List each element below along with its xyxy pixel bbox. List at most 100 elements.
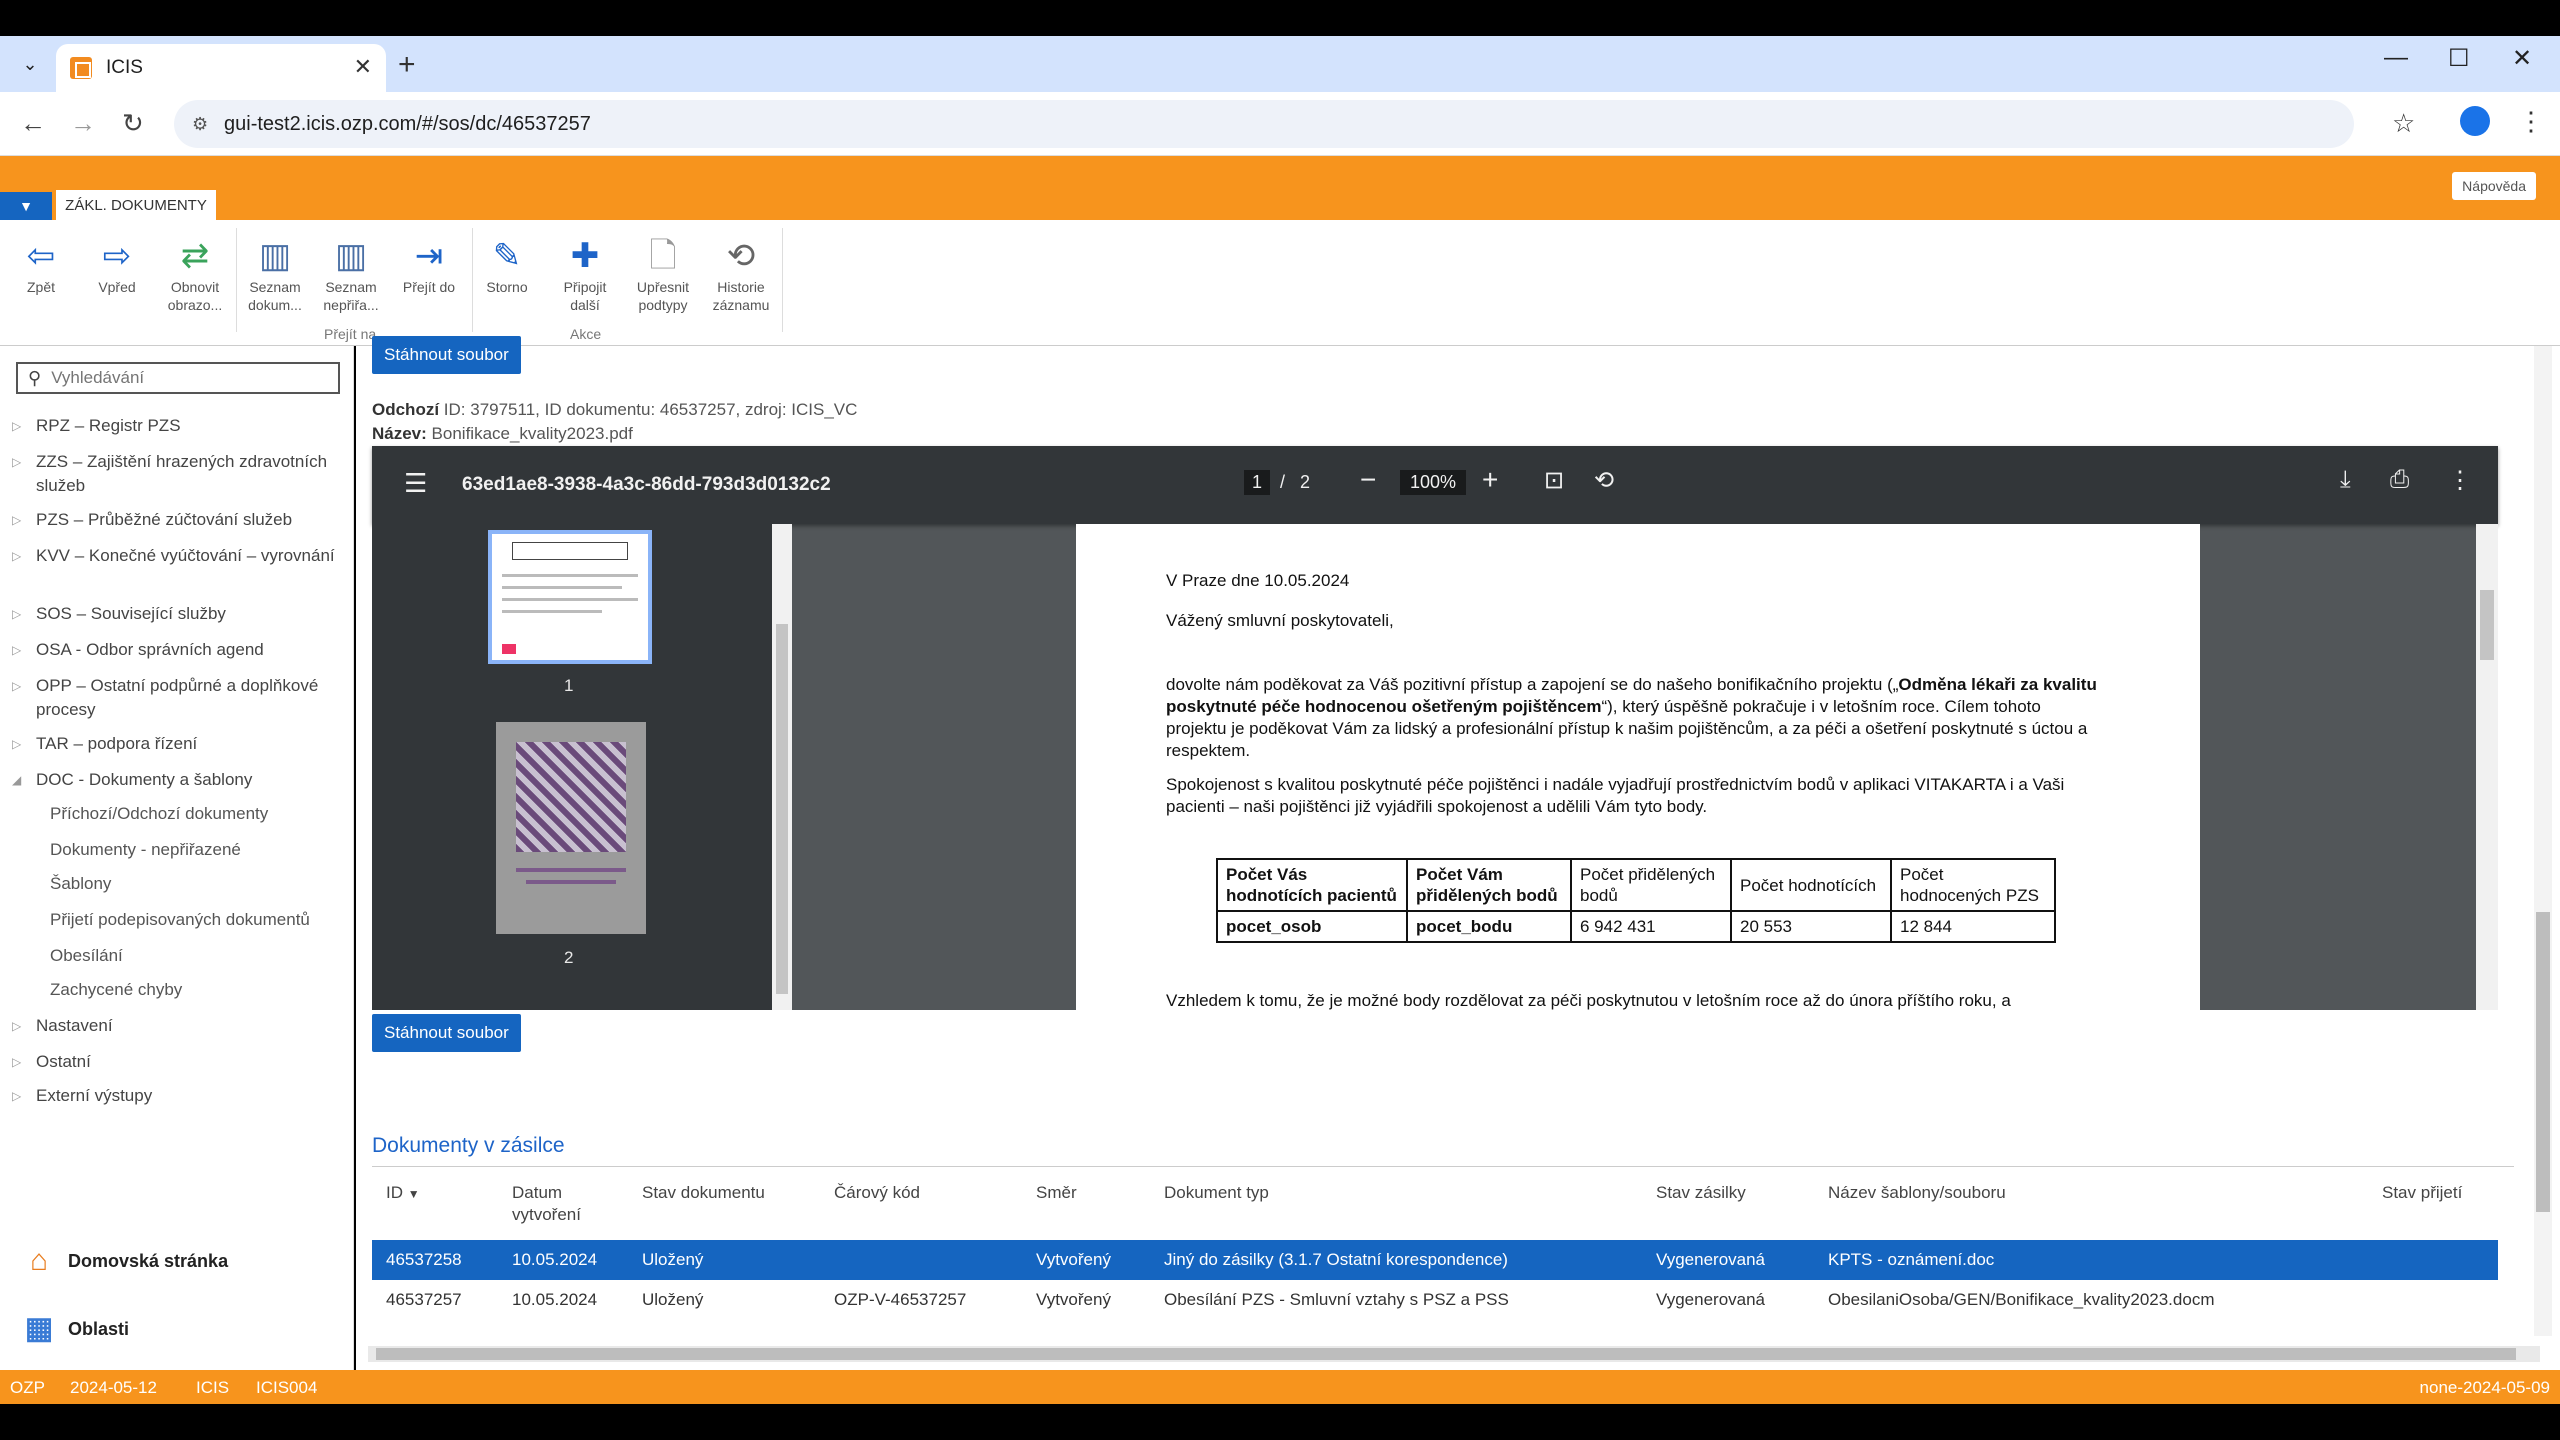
ribbon-forward-button[interactable]: ⇨ Vpřed <box>80 234 154 296</box>
table-row-selected[interactable]: 46537258 10.05.2024 Uložený Vytvořený Ji… <box>372 1240 2498 1280</box>
sidebar-subitem-signed-docs[interactable]: Přijetí podepisovaných dokumentů <box>50 908 310 932</box>
search-input[interactable] <box>51 368 312 388</box>
rotate-icon[interactable]: ⟲ <box>1594 466 1614 495</box>
expand-arrow-icon: ▷ <box>12 679 22 693</box>
column-header-date[interactable]: Datum vytvoření <box>512 1182 592 1226</box>
column-header-doc-state[interactable]: Stav dokumentu <box>642 1182 765 1204</box>
column-header-id[interactable]: ID ▼ <box>386 1182 420 1205</box>
sidebar-item-kvv[interactable]: ▷ KVV – Konečné vyúčtování – vyrovnání <box>12 544 352 568</box>
ribbon-button-label: Vpřed <box>98 279 136 295</box>
ribbon-attach-button[interactable]: ✚ Připojit další <box>548 234 622 314</box>
sidebar-item-external[interactable]: ▷ Externí výstupy <box>12 1084 352 1108</box>
sidebar-home-link[interactable]: ⌂ Domovská stránka <box>20 1242 228 1280</box>
sidebar-item-osa[interactable]: ▷ OSA - Odbor správních agend <box>12 638 352 662</box>
download-icon[interactable]: ⤓ <box>2340 466 2351 494</box>
back-icon[interactable]: ← <box>20 108 46 139</box>
forward-icon[interactable]: → <box>70 108 96 139</box>
ribbon-subtypes-button[interactable]: 🗋 Upřesnit podtypy <box>626 234 700 314</box>
pdf-menu-icon[interactable]: ☰ <box>404 468 427 499</box>
browser-tab[interactable]: ICIS ✕ <box>56 44 386 92</box>
sidebar-subitem-templates[interactable]: Šablony <box>50 872 111 896</box>
ribbon-group-goto-label: Přejít na <box>324 326 377 342</box>
pdf-paragraph-3: Vzhledem k tomu, že je možné body rozděl… <box>1166 991 2011 1010</box>
ribbon-button-label: Storno <box>486 279 528 295</box>
sidebar-subitem-errors[interactable]: Zachycené chyby <box>50 978 182 1002</box>
sort-down-icon[interactable]: ▼ <box>408 1187 420 1201</box>
table-row[interactable]: 46537257 10.05.2024 Uložený OZP-V-465372… <box>372 1280 2498 1320</box>
status-date: 2024-05-12 <box>70 1378 157 1397</box>
pdf-date-line: V Praze dne 10.05.2024 <box>1166 571 1350 590</box>
reload-icon[interactable]: ↻ <box>122 108 144 139</box>
zoom-in-icon[interactable]: + <box>1482 464 1498 496</box>
expand-arrow-icon: ▷ <box>12 737 22 751</box>
browser-menu-icon[interactable]: ⋮ <box>2518 106 2544 137</box>
profile-avatar-icon[interactable] <box>2460 106 2490 136</box>
scrollbar-thumb[interactable] <box>776 624 788 994</box>
cell-direction: Vytvořený <box>1036 1290 1111 1309</box>
column-header-template-name[interactable]: Název šablony/souboru <box>1828 1182 2006 1204</box>
zoom-out-icon[interactable]: − <box>1360 464 1376 496</box>
maximize-icon[interactable]: ☐ <box>2448 44 2470 73</box>
scrollbar-thumb[interactable] <box>2536 912 2550 1212</box>
scrollbar-thumb[interactable] <box>2480 590 2494 660</box>
ribbon-cancel-button[interactable]: ✎ Storno <box>470 234 544 296</box>
tab-search-chevron-icon[interactable]: ⌄ <box>12 46 48 82</box>
close-tab-icon[interactable]: ✕ <box>354 54 372 80</box>
close-window-icon[interactable]: ✕ <box>2512 44 2532 73</box>
sidebar-item-label: Externí výstupy <box>36 1086 153 1105</box>
meta-label: Odchozí <box>372 400 440 419</box>
url-field[interactable]: ⚙ gui-test2.icis.ozp.com/#/sos/dc/465372… <box>174 100 2354 148</box>
ribbon-goto-button[interactable]: ⇥ Přejít do <box>392 234 466 296</box>
column-header-direction[interactable]: Směr <box>1036 1182 1077 1204</box>
sidebar-item-opp[interactable]: ▷ OPP – Ostatní podpůrné a doplňkové proc… <box>12 674 352 722</box>
pdf-scrollbar[interactable] <box>2476 524 2498 1010</box>
print-icon[interactable]: ⎙ <box>2390 466 2409 494</box>
site-settings-icon[interactable]: ⚙ <box>192 114 208 135</box>
minimize-icon[interactable]: — <box>2384 44 2408 72</box>
sidebar-item-rpz[interactable]: ▷ RPZ – Registr PZS <box>12 414 352 438</box>
column-header-acceptance-state[interactable]: Stav přijetí <box>2382 1182 2462 1204</box>
pdf-table-header: Počet Vás hodnotících pacientů <box>1216 858 1408 912</box>
sidebar-item-other[interactable]: ▷ Ostatní <box>12 1050 352 1074</box>
sidebar-subitem-unassigned[interactable]: Dokumenty - nepřiřazené <box>50 838 241 862</box>
sidebar-item-tar[interactable]: ▷ TAR – podpora řízení <box>12 732 352 756</box>
sidebar-item-label: SOS – Související služby <box>36 604 226 623</box>
sidebar-item-sos[interactable]: ▷ SOS – Související služby <box>12 602 352 626</box>
sidebar-item-pzs[interactable]: ▷ PZS – Průběžné zúčtování služeb <box>12 508 352 532</box>
thumb-table-shape <box>512 542 628 560</box>
horizontal-scrollbar[interactable] <box>368 1346 2540 1362</box>
ribbon-doc-list-button[interactable]: ▥ Seznam dokum... <box>238 234 312 314</box>
sidebar-subitem-mailing[interactable]: Obesílání <box>50 944 123 968</box>
sidebar-item-doc[interactable]: ◢ DOC - Dokumenty a šablony <box>12 768 352 792</box>
ribbon-back-button[interactable]: ⇦ Zpět <box>4 234 78 296</box>
refresh-icon: ⇄ <box>180 237 210 275</box>
pdf-zoom-input[interactable]: 100% <box>1400 470 1467 495</box>
download-file-button-top[interactable]: Stáhnout soubor <box>372 336 521 374</box>
bookmark-star-icon[interactable]: ☆ <box>2392 108 2415 139</box>
ribbon-collapse-icon[interactable]: ▼ <box>0 192 52 220</box>
ribbon-unassigned-list-button[interactable]: ▥ Seznam nepřiřa... <box>314 234 388 314</box>
pdf-more-icon[interactable]: ⋮ <box>2448 466 2472 495</box>
column-header-shipment-state[interactable]: Stav zásilky <box>1656 1182 1746 1204</box>
sidebar-subitem-incoming-outgoing[interactable]: Příchozí/Odchozí dokumenty <box>50 802 268 826</box>
help-button[interactable]: Nápověda <box>2452 172 2536 200</box>
fit-page-icon[interactable]: ⊡ <box>1544 466 1564 495</box>
sidebar-search[interactable]: ⚲ <box>16 362 340 394</box>
ribbon-history-button[interactable]: ⟲ Historie záznamu <box>704 234 778 314</box>
thumbnails-scrollbar[interactable] <box>772 524 792 1010</box>
download-file-button[interactable]: Stáhnout soubor <box>372 1014 521 1052</box>
ribbon-tab-zakl-dokumenty[interactable]: ZÁKL. DOKUMENTY <box>56 190 216 220</box>
scrollbar-thumb[interactable] <box>376 1348 2516 1360</box>
thumbnail-page-2[interactable] <box>496 722 646 934</box>
sidebar-areas-link[interactable]: ▦ Oblasti <box>20 1310 129 1348</box>
cell-date: 10.05.2024 <box>512 1290 598 1309</box>
thumbnail-page-1[interactable] <box>488 530 652 664</box>
column-header-barcode[interactable]: Čárový kód <box>834 1182 920 1204</box>
sidebar-item-settings[interactable]: ▷ Nastavení <box>12 1014 352 1038</box>
sidebar-item-zzs[interactable]: ▷ ZZS – Zajištění hrazených zdravotních s… <box>12 450 352 498</box>
new-tab-icon[interactable]: + <box>398 48 416 82</box>
pdf-page-input[interactable]: 1 <box>1244 470 1271 495</box>
column-header-doc-type[interactable]: Dokument typ <box>1164 1182 1269 1204</box>
ribbon-refresh-button[interactable]: ⇄ Obnovit obrazo... <box>158 234 232 314</box>
pencil-icon: ✎ <box>492 237 522 275</box>
